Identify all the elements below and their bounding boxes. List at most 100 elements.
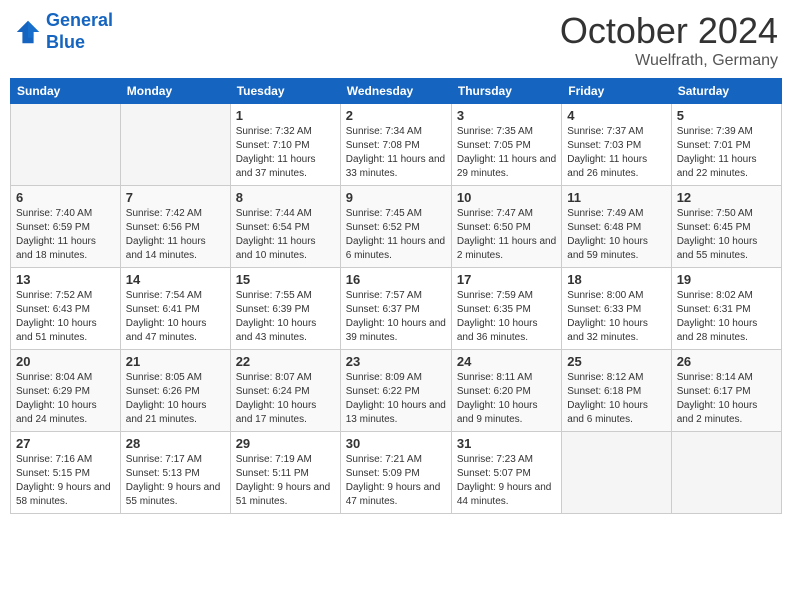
day-number: 11 [567,190,665,205]
day-number: 7 [126,190,225,205]
day-number: 28 [126,436,225,451]
day-header-tuesday: Tuesday [230,79,340,104]
calendar-cell: 22 Sunrise: 8:07 AM Sunset: 6:24 PM Dayli… [230,350,340,432]
day-info: Sunrise: 7:37 AM Sunset: 7:03 PM Dayligh… [567,125,665,181]
day-info: Sunrise: 7:47 AM Sunset: 6:50 PM Dayligh… [457,207,556,263]
day-number: 8 [236,190,335,205]
day-info: Sunrise: 7:57 AM Sunset: 6:37 PM Dayligh… [346,289,446,345]
day-number: 29 [236,436,335,451]
day-header-wednesday: Wednesday [340,79,451,104]
calendar-cell: 26Sunrise: 8:14 AM Sunset: 6:17 PM Dayli… [671,350,781,432]
day-info: Sunrise: 8:09 AM Sunset: 6:22 PM Dayligh… [346,371,446,427]
calendar-cell: 6Sunrise: 7:40 AM Sunset: 6:59 PM Daylig… [11,186,121,268]
day-header-friday: Friday [562,79,671,104]
day-info: Sunrise: 7:59 AM Sunset: 6:35 PM Dayligh… [457,289,556,345]
day-info: Sunrise: 8:04 AM Sunset: 6:29 PM Dayligh… [16,371,115,427]
calendar-cell: 16 Sunrise: 7:57 AM Sunset: 6:37 PM Dayli… [340,268,451,350]
day-info: Sunrise: 8:02 AM Sunset: 6:31 PM Dayligh… [677,289,776,345]
calendar-cell: 13Sunrise: 7:52 AM Sunset: 6:43 PM Dayli… [11,268,121,350]
month-title: October 2024 [560,10,778,52]
day-header-monday: Monday [120,79,230,104]
day-number: 5 [677,108,776,123]
day-info: Sunrise: 8:05 AM Sunset: 6:26 PM Dayligh… [126,371,225,427]
day-info: Sunrise: 8:12 AM Sunset: 6:18 PM Dayligh… [567,371,665,427]
day-number: 30 [346,436,446,451]
location: Wuelfrath, Germany [560,52,778,70]
calendar-week-row: 13Sunrise: 7:52 AM Sunset: 6:43 PM Dayli… [11,268,782,350]
day-info: Sunrise: 8:07 AM Sunset: 6:24 PM Dayligh… [236,371,335,427]
day-info: Sunrise: 8:00 AM Sunset: 6:33 PM Dayligh… [567,289,665,345]
calendar-week-row: 20 Sunrise: 8:04 AM Sunset: 6:29 PM Dayli… [11,350,782,432]
day-info: Sunrise: 7:19 AM Sunset: 5:11 PM Dayligh… [236,453,335,509]
calendar-cell: 7 Sunrise: 7:42 AM Sunset: 6:56 PM Daylig… [120,186,230,268]
calendar-cell: 31 Sunrise: 7:23 AM Sunset: 5:07 PM Dayli… [451,432,561,514]
calendar-cell: 27 Sunrise: 7:16 AM Sunset: 5:15 PM Dayli… [11,432,121,514]
day-number: 10 [457,190,556,205]
calendar-cell: 23 Sunrise: 8:09 AM Sunset: 6:22 PM Dayli… [340,350,451,432]
day-number: 18 [567,272,665,287]
day-number: 3 [457,108,556,123]
calendar-cell [11,104,121,186]
day-number: 16 [346,272,446,287]
calendar-week-row: 27 Sunrise: 7:16 AM Sunset: 5:15 PM Dayli… [11,432,782,514]
day-number: 22 [236,354,335,369]
day-number: 23 [346,354,446,369]
calendar-cell: 11 Sunrise: 7:49 AM Sunset: 6:48 PM Dayli… [562,186,671,268]
day-number: 2 [346,108,446,123]
day-info: Sunrise: 7:55 AM Sunset: 6:39 PM Dayligh… [236,289,335,345]
day-header-thursday: Thursday [451,79,561,104]
calendar-cell: 30 Sunrise: 7:21 AM Sunset: 5:09 PM Dayli… [340,432,451,514]
logo: General Blue [14,10,113,53]
calendar-week-row: 1 Sunrise: 7:32 AM Sunset: 7:10 PM Daylig… [11,104,782,186]
calendar-cell: 14Sunrise: 7:54 AM Sunset: 6:41 PM Dayli… [120,268,230,350]
day-number: 15 [236,272,335,287]
day-info: Sunrise: 7:35 AM Sunset: 7:05 PM Dayligh… [457,125,556,181]
day-number: 19 [677,272,776,287]
calendar-cell: 8 Sunrise: 7:44 AM Sunset: 6:54 PM Daylig… [230,186,340,268]
calendar-cell: 20 Sunrise: 8:04 AM Sunset: 6:29 PM Dayli… [11,350,121,432]
day-number: 31 [457,436,556,451]
day-number: 21 [126,354,225,369]
day-number: 4 [567,108,665,123]
day-info: Sunrise: 7:17 AM Sunset: 5:13 PM Dayligh… [126,453,225,509]
day-number: 6 [16,190,115,205]
calendar-cell: 15 Sunrise: 7:55 AM Sunset: 6:39 PM Dayli… [230,268,340,350]
calendar-cell: 28 Sunrise: 7:17 AM Sunset: 5:13 PM Dayli… [120,432,230,514]
calendar-cell: 25 Sunrise: 8:12 AM Sunset: 6:18 PM Dayli… [562,350,671,432]
day-info: Sunrise: 7:44 AM Sunset: 6:54 PM Dayligh… [236,207,335,263]
calendar-week-row: 6Sunrise: 7:40 AM Sunset: 6:59 PM Daylig… [11,186,782,268]
day-info: Sunrise: 7:21 AM Sunset: 5:09 PM Dayligh… [346,453,446,509]
calendar-cell: 17Sunrise: 7:59 AM Sunset: 6:35 PM Dayli… [451,268,561,350]
day-info: Sunrise: 7:23 AM Sunset: 5:07 PM Dayligh… [457,453,556,509]
calendar-cell: 4 Sunrise: 7:37 AM Sunset: 7:03 PM Daylig… [562,104,671,186]
day-info: Sunrise: 7:52 AM Sunset: 6:43 PM Dayligh… [16,289,115,345]
day-number: 9 [346,190,446,205]
day-info: Sunrise: 7:16 AM Sunset: 5:15 PM Dayligh… [16,453,115,509]
day-number: 20 [16,354,115,369]
day-info: Sunrise: 7:45 AM Sunset: 6:52 PM Dayligh… [346,207,446,263]
calendar-cell [671,432,781,514]
day-info: Sunrise: 7:34 AM Sunset: 7:08 PM Dayligh… [346,125,446,181]
day-info: Sunrise: 7:49 AM Sunset: 6:48 PM Dayligh… [567,207,665,263]
calendar-cell [562,432,671,514]
page-header: General Blue October 2024 Wuelfrath, Ger… [10,10,782,70]
day-number: 1 [236,108,335,123]
calendar-cell: 9 Sunrise: 7:45 AM Sunset: 6:52 PM Daylig… [340,186,451,268]
day-number: 24 [457,354,556,369]
day-header-saturday: Saturday [671,79,781,104]
day-info: Sunrise: 7:50 AM Sunset: 6:45 PM Dayligh… [677,207,776,263]
calendar-table: SundayMondayTuesdayWednesdayThursdayFrid… [10,78,782,514]
calendar-cell: 2 Sunrise: 7:34 AM Sunset: 7:08 PM Daylig… [340,104,451,186]
calendar-cell: 18 Sunrise: 8:00 AM Sunset: 6:33 PM Dayli… [562,268,671,350]
day-info: Sunrise: 7:39 AM Sunset: 7:01 PM Dayligh… [677,125,776,181]
calendar-cell: 1 Sunrise: 7:32 AM Sunset: 7:10 PM Daylig… [230,104,340,186]
day-number: 26 [677,354,776,369]
day-info: Sunrise: 7:32 AM Sunset: 7:10 PM Dayligh… [236,125,335,181]
day-header-sunday: Sunday [11,79,121,104]
day-info: Sunrise: 8:11 AM Sunset: 6:20 PM Dayligh… [457,371,556,427]
day-info: Sunrise: 7:42 AM Sunset: 6:56 PM Dayligh… [126,207,225,263]
calendar-cell: 29 Sunrise: 7:19 AM Sunset: 5:11 PM Dayli… [230,432,340,514]
day-number: 25 [567,354,665,369]
calendar-cell: 5 Sunrise: 7:39 AM Sunset: 7:01 PM Daylig… [671,104,781,186]
day-number: 27 [16,436,115,451]
